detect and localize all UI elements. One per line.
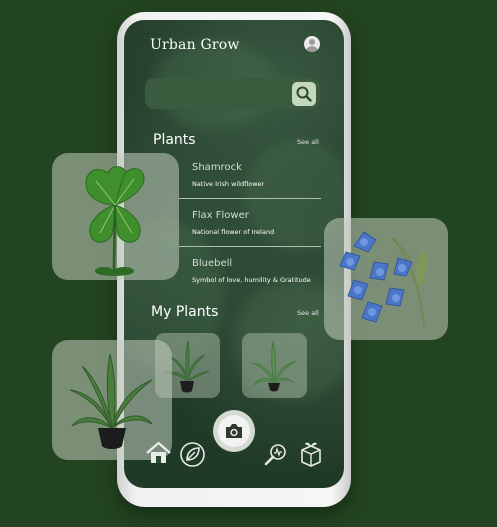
shamrock-feature-card[interactable] xyxy=(52,153,179,280)
search-button[interactable] xyxy=(292,82,316,106)
plant-item-flax-flower[interactable]: Flax Flower National flower of Ireland xyxy=(192,210,332,236)
user-avatar-icon[interactable] xyxy=(304,36,320,52)
plant-name: Bluebell xyxy=(192,258,233,269)
shamrock-image xyxy=(85,166,145,276)
plant-search-icon[interactable] xyxy=(263,442,289,468)
my-plant-card[interactable] xyxy=(242,333,307,398)
plant-name: Flax Flower xyxy=(192,210,249,221)
my-plants-see-all-link[interactable]: See all xyxy=(297,309,319,317)
plants-see-all-link[interactable]: See all xyxy=(297,138,319,146)
plant-box-icon[interactable] xyxy=(299,441,323,468)
home-icon[interactable] xyxy=(145,441,172,465)
potted-plant-image xyxy=(251,340,297,392)
search-icon xyxy=(296,86,312,102)
plant-description: National flower of Ireland xyxy=(192,228,275,236)
my-plants-section-title: My Plants xyxy=(151,304,219,320)
camera-icon xyxy=(226,424,242,438)
plant-name: Shamrock xyxy=(192,162,242,173)
plants-section-title: Plants xyxy=(153,132,196,148)
plant-description: Symbol of love, humility & Gratitude xyxy=(192,276,311,284)
plant-description: Native Irish wildflower xyxy=(192,180,265,188)
divider xyxy=(179,246,321,247)
bluebell-image xyxy=(339,231,427,329)
plant-item-shamrock[interactable]: Shamrock Native Irish wildflower xyxy=(192,162,332,188)
plant-item-bluebell[interactable]: Bluebell Symbol of love, humility & Grat… xyxy=(192,258,332,284)
bluebell-feature-card[interactable] xyxy=(324,218,448,340)
leaf-icon[interactable] xyxy=(179,441,206,468)
app-title: Urban Grow xyxy=(150,37,240,53)
camera-button-inner[interactable] xyxy=(218,415,250,447)
divider xyxy=(179,198,321,199)
